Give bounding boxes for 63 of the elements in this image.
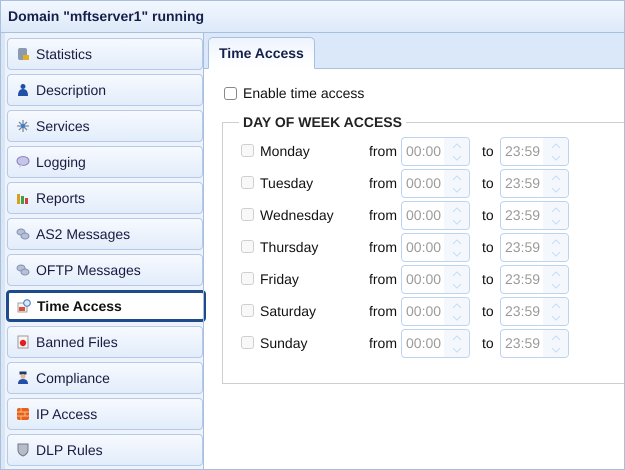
sidebar-item[interactable]: AS2 Messages xyxy=(7,218,203,250)
sidebar-item[interactable]: DLP Rules xyxy=(7,434,203,466)
sidebar-item[interactable]: Reports xyxy=(7,182,203,214)
bar-chart-icon xyxy=(16,191,30,205)
up-down-arrows-icon xyxy=(550,270,562,290)
up-down-arrows-icon xyxy=(550,206,562,226)
from-label: from xyxy=(369,206,398,225)
up-down-arrows-icon xyxy=(450,302,462,322)
sidebar-item[interactable]: Compliance xyxy=(7,362,203,394)
sidebar-item[interactable]: Banned Files xyxy=(7,326,203,358)
from-label: from xyxy=(369,334,398,353)
up-down-arrows-icon xyxy=(550,174,562,194)
day-label: Friday xyxy=(260,270,299,289)
day-label: Thursday xyxy=(260,238,318,257)
from-label: from xyxy=(369,174,398,193)
to-label: to xyxy=(482,174,495,193)
from-label: from xyxy=(369,270,398,289)
checkbox[interactable] xyxy=(224,87,237,100)
up-down-arrows-icon xyxy=(450,206,462,226)
sidebar-item[interactable]: Statistics xyxy=(7,38,203,70)
from-label: from xyxy=(369,238,398,257)
to-label: to xyxy=(482,238,495,257)
stop-document-icon xyxy=(16,335,30,349)
sidebar-item[interactable]: Services xyxy=(7,110,203,142)
sidebar-item[interactable]: Description xyxy=(7,74,203,106)
day-label: Tuesday xyxy=(260,174,314,193)
up-down-arrows-icon xyxy=(550,334,562,354)
day-label: Saturday xyxy=(260,302,316,321)
officer-icon xyxy=(16,371,30,385)
from-label: from xyxy=(369,302,398,321)
shield-icon xyxy=(16,443,30,457)
up-down-arrows-icon xyxy=(550,302,562,322)
day-label: Sunday xyxy=(260,334,308,353)
day-label: Monday xyxy=(260,142,310,161)
up-down-arrows-icon xyxy=(450,174,462,194)
database-icon xyxy=(16,47,30,61)
sidebar-item[interactable]: IP Access xyxy=(7,398,203,430)
network-icon xyxy=(16,119,30,133)
checkbox-label: Enable time access xyxy=(243,84,364,103)
chat-bubbles-icon xyxy=(16,263,30,277)
up-down-arrows-icon xyxy=(450,270,462,290)
up-down-arrows-icon xyxy=(450,238,462,258)
up-down-arrows-icon xyxy=(550,142,562,162)
sidebar-item[interactable]: Logging xyxy=(7,146,203,178)
sidebar-item[interactable]: Time Access xyxy=(6,290,206,322)
up-down-arrows-icon xyxy=(550,238,562,258)
chat-bubbles-icon xyxy=(16,227,30,241)
up-down-arrows-icon xyxy=(450,142,462,162)
to-label: to xyxy=(482,206,495,225)
to-label: to xyxy=(482,334,495,353)
day-label: Wednesday xyxy=(260,206,334,225)
to-label: to xyxy=(482,302,495,321)
up-down-arrows-icon xyxy=(450,334,462,354)
sidebar-item[interactable]: OFTP Messages xyxy=(7,254,203,286)
calendar-clock-icon xyxy=(17,299,31,313)
from-label: from xyxy=(369,142,398,161)
firewall-icon xyxy=(16,407,30,421)
speech-bubble-icon xyxy=(16,155,30,169)
tab[interactable]: Time Access xyxy=(208,37,315,69)
window-title: Domain "mftserver1" running xyxy=(8,7,204,26)
to-label: to xyxy=(482,270,495,289)
to-label: to xyxy=(482,142,495,161)
person-icon xyxy=(16,83,30,97)
